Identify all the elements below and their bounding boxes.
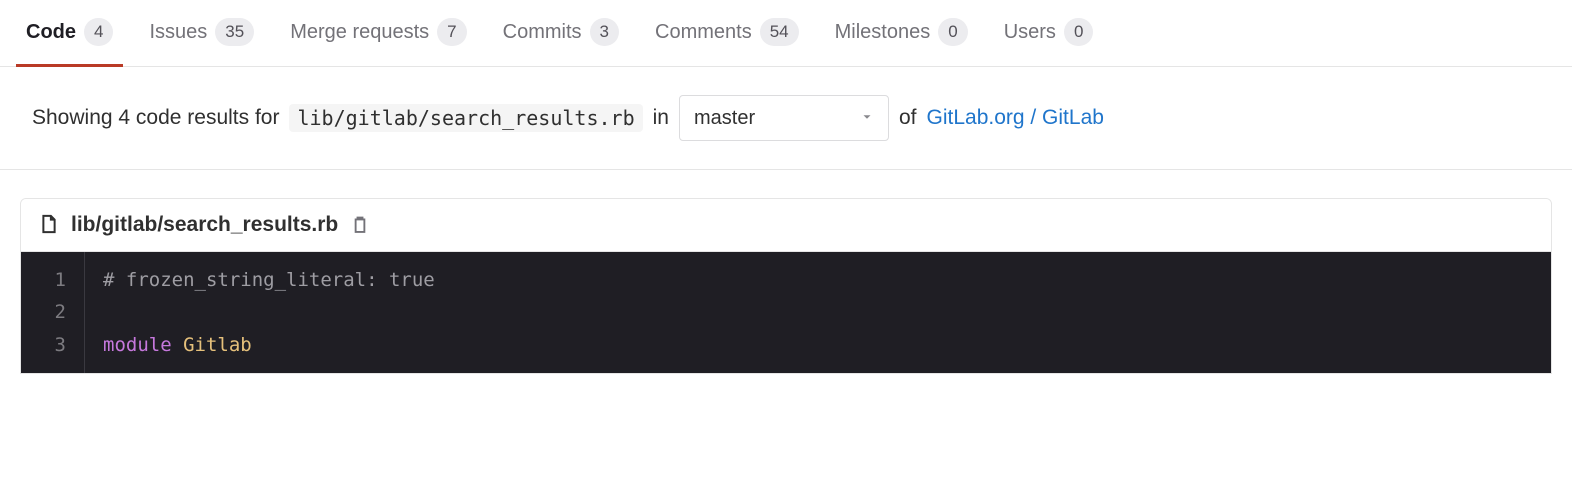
tab-code[interactable]: Code 4 (20, 0, 119, 66)
tab-label: Code (26, 21, 76, 44)
line-gutter: 123 (21, 252, 85, 373)
tab-label: Commits (503, 21, 582, 44)
file-icon (39, 214, 59, 237)
tab-count-badge: 7 (437, 18, 466, 46)
file-header: lib/gitlab/search_results.rb (21, 199, 1551, 252)
tab-merge-requests[interactable]: Merge requests 7 (284, 0, 472, 66)
copy-path-button[interactable] (350, 215, 370, 235)
results-summary-bar: Showing 4 code results for lib/gitlab/se… (0, 67, 1572, 170)
search-tabs: Code4Issues35Merge requests7Commits3Comm… (0, 0, 1572, 67)
file-path: lib/gitlab/search_results.rb (71, 213, 338, 237)
results-prefix: Showing 4 code results for (32, 106, 279, 130)
chevron-down-icon (860, 107, 874, 130)
tab-label: Users (1004, 21, 1056, 44)
tab-milestones[interactable]: Milestones 0 (829, 0, 974, 66)
branch-select-value: master (694, 107, 755, 130)
code-line: module Gitlab (103, 329, 1533, 361)
code-line: # frozen_string_literal: true (103, 264, 1533, 296)
of-word: of (899, 106, 917, 130)
tab-label: Merge requests (290, 21, 429, 44)
file-result: lib/gitlab/search_results.rb 123 # froze… (20, 198, 1552, 374)
branch-select[interactable]: master (679, 95, 889, 141)
tab-count-badge: 0 (1064, 18, 1093, 46)
line-number: 2 (21, 296, 84, 328)
tab-count-badge: 0 (938, 18, 967, 46)
tab-label: Issues (149, 21, 207, 44)
tab-comments[interactable]: Comments 54 (649, 0, 805, 66)
code-block: 123 # frozen_string_literal: true module… (21, 252, 1551, 373)
tab-label: Comments (655, 21, 752, 44)
tab-count-badge: 4 (84, 18, 113, 46)
tab-commits[interactable]: Commits 3 (497, 0, 625, 66)
tab-count-badge: 54 (760, 18, 799, 46)
code-line (103, 296, 1533, 328)
in-word: in (653, 106, 669, 130)
line-number: 1 (21, 264, 84, 296)
tab-label: Milestones (835, 21, 931, 44)
project-link[interactable]: GitLab.org / GitLab (927, 106, 1104, 130)
tab-count-badge: 3 (590, 18, 619, 46)
tab-users[interactable]: Users 0 (998, 0, 1100, 66)
search-query: lib/gitlab/search_results.rb (289, 104, 642, 132)
code-lines: # frozen_string_literal: true module Git… (85, 252, 1551, 373)
line-number: 3 (21, 329, 84, 361)
tab-count-badge: 35 (215, 18, 254, 46)
tab-issues[interactable]: Issues 35 (143, 0, 260, 66)
